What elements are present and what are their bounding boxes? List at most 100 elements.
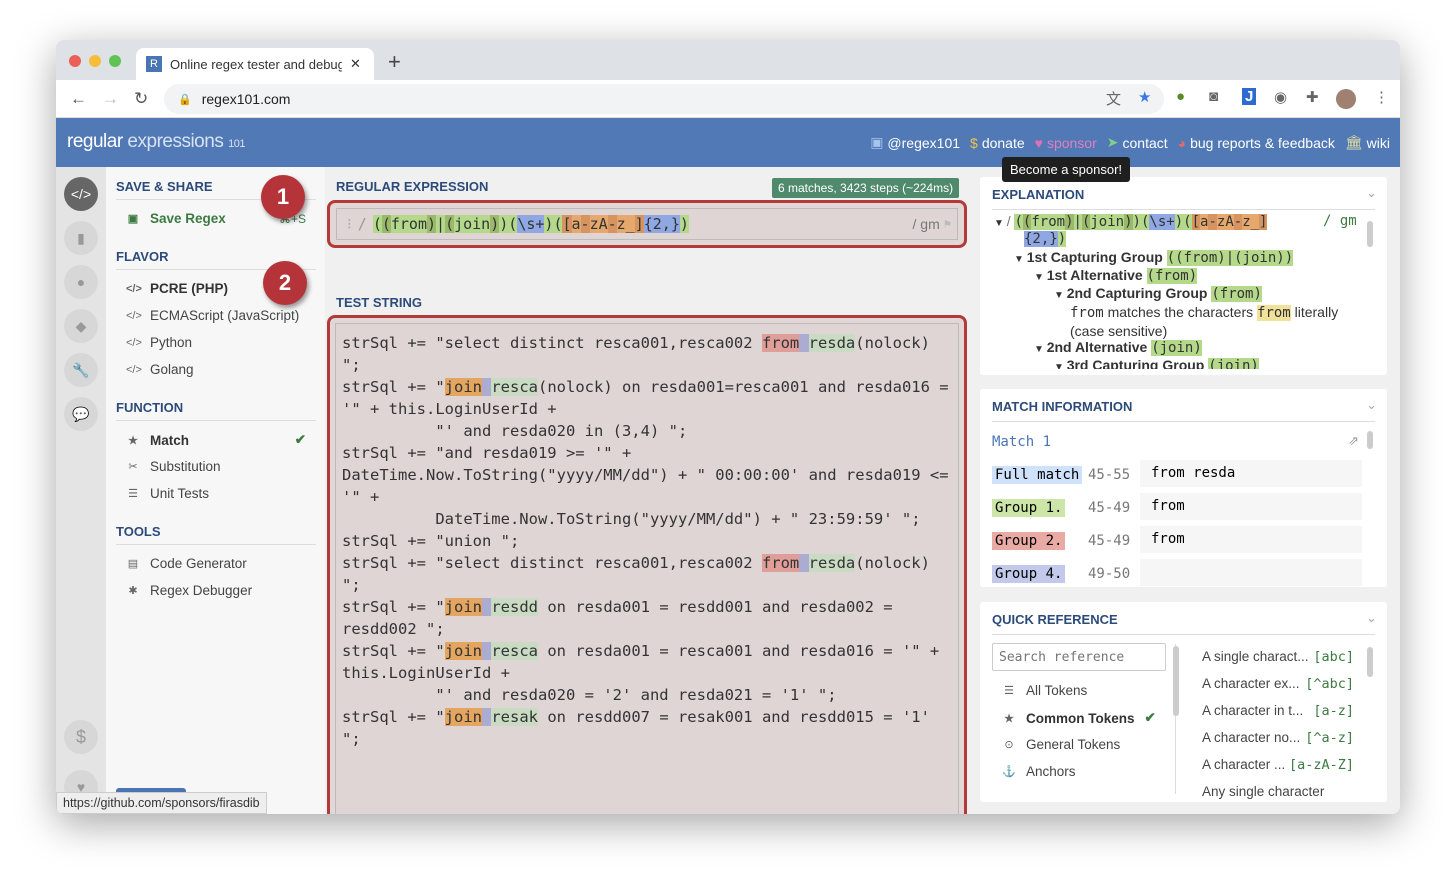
node-token: (join) [1208, 358, 1259, 369]
ref-token-item[interactable]: A character no... [^a-z] [1202, 730, 1354, 746]
translate-icon[interactable]: 文 [1106, 88, 1121, 109]
scrollbar[interactable] [1367, 647, 1373, 677]
text-segment: strSql += "select distinct resca001,resc… [342, 554, 762, 572]
browser-tab[interactable]: R Online regex tester and debugg ✕ [136, 48, 374, 80]
ref-category-general-tokens[interactable]: ⊙ General Tokens [1002, 737, 1167, 752]
extension-globe-icon[interactable]: ● [1176, 88, 1185, 105]
sidebar-item-regex-debugger[interactable]: ✱ Regex Debugger [126, 583, 306, 598]
sidebar-item-substitution[interactable]: ✂ Substitution [126, 459, 306, 474]
collapse-icon[interactable]: ▼ [1034, 272, 1047, 283]
collapse-icon[interactable]: ▼ [1034, 344, 1047, 355]
desc-text: (case sensitive) [1070, 323, 1168, 339]
flag-icon[interactable]: ⚑ [944, 217, 951, 231]
ref-category-common-tokens[interactable]: ★ Common Tokens ✔ [1002, 710, 1167, 726]
chevron-down-icon[interactable]: ⌄ [1366, 610, 1377, 626]
url-bar[interactable]: 🔒 regex101.com [164, 84, 1164, 114]
scrollbar[interactable] [1173, 646, 1179, 716]
sidebar-item-label: PCRE (PHP) [150, 281, 229, 296]
ref-category-anchors[interactable]: ⚓ Anchors [1002, 764, 1167, 779]
header-link-sponsor[interactable]: ♥ sponsor [1035, 134, 1097, 151]
regex-token: ) [1124, 214, 1133, 230]
test-string-input[interactable]: strSql += "select distinct resca001,resc… [335, 323, 959, 814]
regex-token: - [1233, 214, 1243, 230]
search-reference-input[interactable] [992, 643, 1166, 671]
collapse-icon[interactable]: ▼ [1054, 362, 1067, 369]
scrollbar[interactable] [1367, 221, 1373, 247]
regex-input[interactable]: ⁝ / ((from)|(join))(\s+)([a-zA-z_]{2,}) … [336, 208, 958, 240]
ref-token-item[interactable]: Any single character [1202, 784, 1354, 799]
regex-token: from [1031, 214, 1066, 230]
ref-token-item[interactable]: A character ex... [^abc] [1202, 676, 1354, 692]
ref-category-all-tokens[interactable]: ☰ All Tokens [1002, 683, 1167, 698]
collapse-icon[interactable]: ▼ [994, 218, 1007, 229]
text-segment: strSql += "and resda019 >= '" + [342, 444, 632, 462]
reload-icon[interactable]: ↻ [134, 89, 148, 109]
chat-icon[interactable]: 💬 [64, 397, 98, 431]
header-link-donate[interactable]: $ donate [970, 134, 1025, 151]
group-value: from [1140, 526, 1362, 553]
camera-icon[interactable]: ◙ [1209, 88, 1218, 105]
logo[interactable]: regular expressions 101 [67, 131, 245, 153]
token-syntax: [^abc] [1305, 676, 1354, 692]
user-icon[interactable]: ● [64, 265, 98, 299]
close-tab-icon[interactable]: ✕ [350, 56, 361, 72]
back-icon[interactable]: ← [70, 89, 87, 109]
chevron-down-icon[interactable]: ⌄ [1366, 397, 1377, 413]
bookmark-star-icon[interactable]: ★ [1138, 88, 1151, 106]
regex-text: ((from)|(join))(\s+)([a-zA-z_] [1014, 214, 1268, 230]
text-segment: resdd002 "; [342, 620, 445, 638]
sidebar-item-unit-tests[interactable]: ☰ Unit Tests [126, 486, 306, 501]
dollar-icon: $ [970, 134, 978, 151]
sidebar-item-label: ECMAScript (JavaScript) [150, 308, 300, 323]
collapse-icon[interactable]: ▼ [1054, 290, 1067, 301]
sidebar-item-python[interactable]: </> Python [126, 335, 306, 350]
regex-flags[interactable]: / gm [913, 216, 940, 232]
close-window-button[interactable] [69, 55, 81, 67]
forward-icon[interactable]: → [102, 89, 119, 109]
match-row: Group 1. 45-49 from [992, 493, 1372, 520]
minimize-window-button[interactable] [89, 55, 101, 67]
drag-handle-icon[interactable]: ⁝ [347, 215, 352, 233]
regex-token: ) [490, 215, 500, 233]
maximize-window-button[interactable] [109, 55, 121, 67]
header-link-wiki[interactable]: 🏛 wiki [1345, 134, 1390, 151]
node-title: 2nd Capturing Group [1066, 285, 1208, 301]
menu-icon[interactable]: ⋮ [1374, 88, 1389, 106]
regex-token: - [1208, 214, 1217, 230]
dollar-icon[interactable]: $ [64, 720, 98, 754]
test-string-line: '" + [342, 486, 958, 508]
header-link--regex101[interactable]: ▣ @regex101 [870, 134, 960, 151]
text-segment: on resda001 = resdd001 and resda002 = [538, 598, 893, 616]
token-description: A single charact... [1202, 649, 1309, 664]
match-highlight: resca [491, 378, 538, 396]
twitter-icon: ▣ [870, 134, 884, 150]
code-icon: </> [126, 309, 142, 322]
sidebar-item-match[interactable]: ★ Match ✔ [126, 432, 306, 448]
sidebar-item-golang[interactable]: </> Golang [126, 362, 306, 377]
ref-token-item[interactable]: A single charact... [abc] [1202, 649, 1354, 665]
sidebar-item-ecmascript-javascript-[interactable]: </> ECMAScript (JavaScript) [126, 308, 306, 323]
regex-delimiter: / [357, 215, 367, 233]
new-tab-button[interactable]: + [388, 49, 401, 75]
share-icon[interactable]: ⇗ [1348, 433, 1359, 449]
book-icon[interactable]: ▮ [64, 221, 98, 255]
ref-token-item[interactable]: A character in t... [a-z] [1202, 703, 1354, 719]
code-icon[interactable]: </> [64, 177, 98, 211]
test-string-line: DateTime.Now.ToString("yyyy/MM/dd") + " … [342, 464, 958, 486]
extension-icon[interactable]: ◉ [1274, 88, 1287, 106]
header-link-bug-reports-feedback[interactable]: ◕ bug reports & feedback [1178, 134, 1335, 151]
regex-token: \s+ [1149, 214, 1175, 230]
extension-j-icon[interactable]: J [1242, 88, 1257, 105]
profile-avatar[interactable] [1336, 89, 1356, 109]
chevron-down-icon[interactable]: ⌄ [1366, 185, 1377, 201]
collapse-icon[interactable]: ▼ [1014, 254, 1027, 265]
match-row: Group 4. 49-50 [992, 559, 1372, 586]
ref-token-item[interactable]: A character ... [a-zA-Z] [1202, 757, 1354, 773]
gamepad-icon[interactable]: ◆ [64, 309, 98, 343]
wrench-icon[interactable]: 🔧 [64, 353, 98, 387]
sidebar-item-code-generator[interactable]: ▤ Code Generator [126, 556, 306, 571]
puzzle-icon[interactable]: ✚ [1306, 88, 1319, 106]
scrollbar[interactable] [1367, 431, 1373, 449]
header-link-contact[interactable]: ➤ contact [1107, 134, 1168, 151]
text-segment: "; [342, 576, 361, 594]
